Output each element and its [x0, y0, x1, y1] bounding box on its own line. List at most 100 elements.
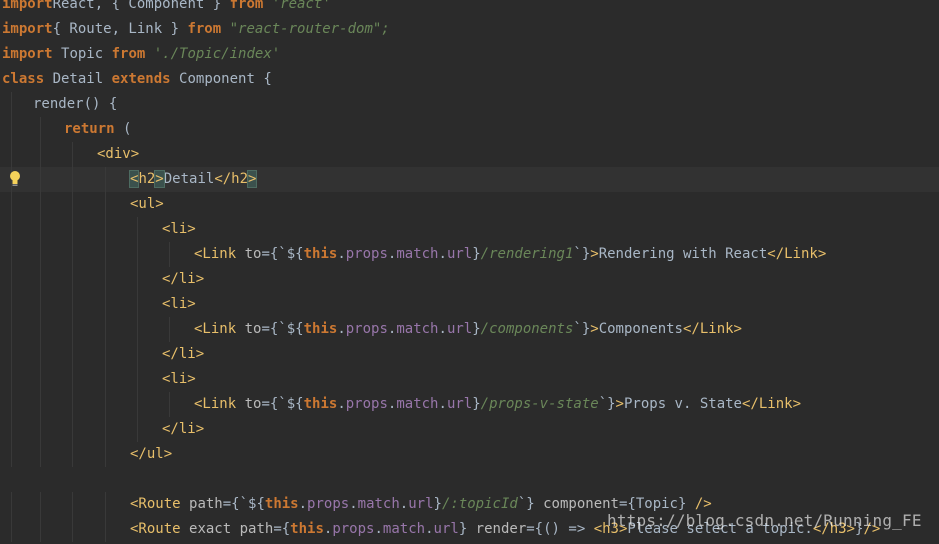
code-token: extends: [111, 71, 180, 87]
indent-guide: [72, 167, 73, 192]
indent-guide: [40, 117, 41, 142]
code-token: /:topicId: [441, 496, 518, 512]
code-line[interactable]: render() {: [0, 92, 939, 117]
indent-guide: [40, 342, 41, 367]
code-token: Detail: [52, 71, 112, 87]
indent-guide: [11, 117, 12, 142]
code-line[interactable]: <Link to={`${this.props.match.url}/compo…: [0, 317, 939, 342]
code-text: </li>: [162, 417, 204, 442]
code-token: }: [458, 521, 476, 537]
code-token: <li>: [162, 221, 196, 237]
code-token: .: [298, 496, 308, 512]
code-line[interactable]: import{ Route, Link } from "react-router…: [0, 17, 939, 42]
indent-guide: [105, 292, 106, 317]
code-line[interactable]: return (: [0, 117, 939, 142]
indent-guide: [72, 242, 73, 267]
indent-guide: [40, 492, 41, 517]
code-token: to: [244, 246, 262, 262]
indent-guide: [137, 317, 138, 342]
code-token: import: [2, 21, 53, 37]
code-token: `}: [573, 246, 591, 262]
indent-guide: [11, 367, 12, 392]
indent-guide: [137, 392, 138, 417]
code-token: Component {: [179, 71, 272, 87]
indent-guide: [40, 142, 41, 167]
code-text: <h2>Detail</h2>: [128, 167, 258, 192]
code-token: render: [475, 521, 527, 537]
indent-guide: [137, 342, 138, 367]
indent-guide: [105, 367, 106, 392]
code-text: <ul>: [130, 192, 164, 217]
indent-guide: [72, 342, 73, 367]
indent-guide: [11, 217, 12, 242]
code-token: this: [303, 321, 338, 337]
code-token: ={`${: [222, 496, 265, 512]
indent-guide: [11, 92, 12, 117]
indent-guide: [169, 392, 170, 417]
code-line[interactable]: <li>: [0, 367, 939, 392]
code-line[interactable]: <Link to={`${this.props.match.url}/rende…: [0, 242, 939, 267]
indent-guide: [72, 367, 73, 392]
indent-guide: [105, 242, 106, 267]
code-token: class: [2, 71, 53, 87]
code-token: .: [438, 321, 447, 337]
code-line[interactable]: </li>: [0, 342, 939, 367]
code-token: path: [189, 496, 223, 512]
code-text: class Detail extends Component {: [2, 67, 272, 92]
code-token: ={: [273, 521, 291, 537]
indent-guide: [137, 242, 138, 267]
code-token: Topic: [61, 46, 112, 62]
code-token: <li>: [162, 371, 196, 387]
indent-guide: [40, 242, 41, 267]
code-token: match: [357, 496, 400, 512]
indent-guide: [137, 417, 138, 442]
indent-guide: [72, 142, 73, 167]
code-token: /rendering1: [480, 246, 574, 262]
indent-guide: [72, 392, 73, 417]
code-token: <Route: [130, 496, 190, 512]
code-token: from: [111, 46, 154, 62]
indent-guide: [11, 492, 12, 517]
lightbulb-icon[interactable]: [8, 168, 22, 190]
indent-guide: [11, 342, 12, 367]
code-token: </Link>: [682, 321, 742, 337]
indent-guide: [72, 417, 73, 442]
code-line[interactable]: <li>: [0, 292, 939, 317]
code-line[interactable]: [0, 467, 939, 492]
code-line[interactable]: <Link to={`${this.props.match.url}/props…: [0, 392, 939, 417]
indent-guide: [72, 192, 73, 217]
code-token: ={`${: [261, 396, 304, 412]
code-line[interactable]: <li>: [0, 217, 939, 242]
code-token: this: [303, 396, 338, 412]
code-token: url: [408, 496, 434, 512]
code-line[interactable]: </li>: [0, 417, 939, 442]
code-text: <Link to={`${this.props.match.url}/compo…: [194, 317, 742, 342]
indent-guide: [11, 392, 12, 417]
code-token: >: [590, 321, 599, 337]
code-token: >: [154, 170, 165, 188]
code-editor[interactable]: importReact, { Component } from 'react' i…: [0, 0, 939, 544]
code-token: ={`${: [261, 246, 304, 262]
code-text: <Link to={`${this.props.match.url}/rende…: [194, 242, 826, 267]
code-line[interactable]: <div>: [0, 142, 939, 167]
code-token: from: [229, 0, 272, 12]
code-token: </li>: [162, 346, 205, 362]
code-line[interactable]: <h2>Detail</h2>: [0, 167, 939, 192]
code-line[interactable]: importReact, { Component } from 'react': [0, 0, 939, 17]
indent-guide: [40, 417, 41, 442]
code-line[interactable]: </li>: [0, 267, 939, 292]
code-line[interactable]: </ul>: [0, 442, 939, 467]
code-token: props: [332, 521, 375, 537]
code-token: .: [425, 521, 434, 537]
indent-guide: [105, 442, 106, 467]
code-token: match: [396, 396, 439, 412]
code-line[interactable]: <ul>: [0, 192, 939, 217]
indent-guide: [40, 217, 41, 242]
code-token: .: [337, 396, 346, 412]
code-line[interactable]: import Topic from './Topic/index': [0, 42, 939, 67]
code-token: }: [472, 396, 481, 412]
watermark: https://blog.csdn.net/Running_FE: [607, 511, 922, 530]
code-text: <li>: [162, 292, 196, 317]
code-token: .: [349, 496, 358, 512]
code-line[interactable]: class Detail extends Component {: [0, 67, 939, 92]
